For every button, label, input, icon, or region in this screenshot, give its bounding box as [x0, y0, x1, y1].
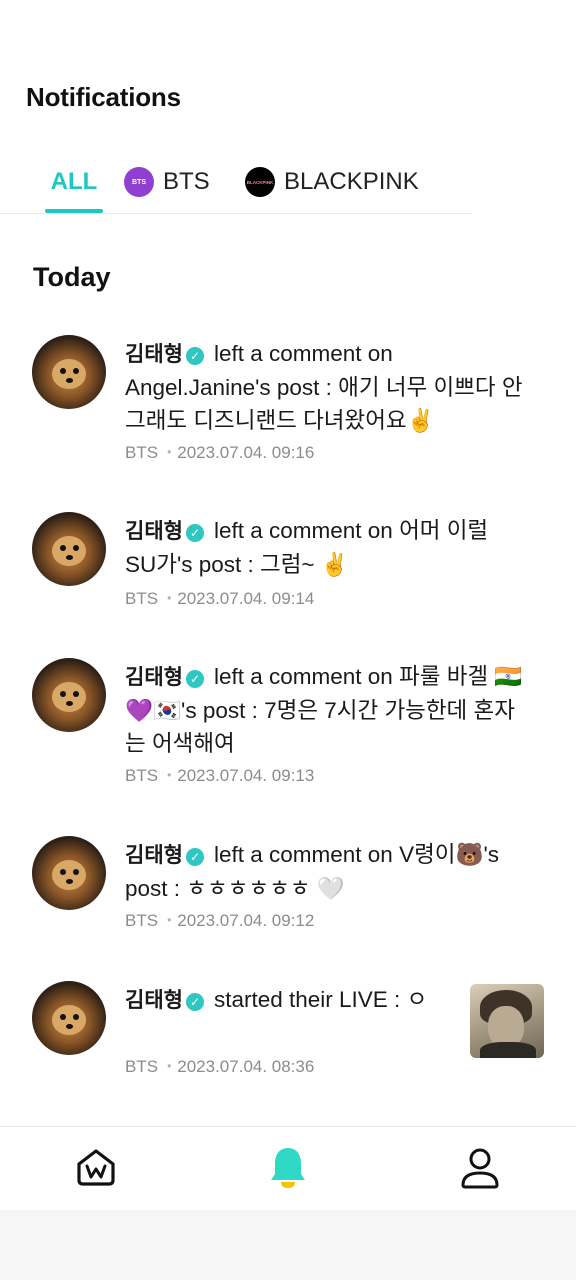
- notification-action: left a comment on: [213, 518, 393, 543]
- verified-badge-icon: ✓: [185, 524, 204, 542]
- notification-body: ㅇ: [406, 987, 428, 1012]
- bottom-navigation: [0, 1126, 576, 1210]
- source-label: BTS: [125, 1057, 159, 1076]
- person-icon: [458, 1145, 502, 1194]
- source-label: BTS: [125, 443, 159, 462]
- notification-text: 김태형 ✓ left a comment on Angel.Janine's pos…: [125, 337, 525, 437]
- bell-icon: [266, 1144, 310, 1195]
- timestamp: 2023.07.04. 09:16: [177, 443, 315, 462]
- page-title: Notifications: [26, 82, 181, 112]
- tab-all-label: ALL: [50, 168, 98, 195]
- nav-home-button[interactable]: [68, 1141, 124, 1197]
- source-label: BTS: [125, 589, 159, 608]
- blackpink-logo-icon: BLACKPINK: [245, 167, 275, 197]
- tab-bts-label: BTS: [163, 168, 210, 195]
- weverse-home-icon: [74, 1146, 118, 1193]
- notification-text: 김태형 ✓ left a comment on 파룰 바겔 🇮🇳💜🇰🇷's post…: [125, 660, 525, 760]
- notification-meta: BTS • 2023.07.04. 09:14: [125, 589, 315, 608]
- notification-action: started their LIVE :: [213, 987, 401, 1012]
- source-label: BTS: [125, 766, 159, 785]
- section-title-today: Today: [33, 262, 111, 292]
- author-name[interactable]: 김태형: [125, 665, 183, 689]
- notification-meta: BTS • 2023.07.04. 09:16: [125, 443, 315, 462]
- tab-bts[interactable]: BTS BTS: [124, 162, 210, 202]
- verified-badge-icon: ✓: [185, 993, 204, 1011]
- notification-text: 김태형 ✓ left a comment on 어머 이럴 SU가's post :…: [125, 514, 525, 581]
- timestamp: 2023.07.04. 09:12: [177, 911, 315, 930]
- notification-action: left a comment on: [213, 842, 393, 867]
- avatar[interactable]: [32, 981, 106, 1055]
- avatar[interactable]: [32, 335, 106, 409]
- nav-profile-button[interactable]: [452, 1141, 508, 1197]
- avatar[interactable]: [32, 512, 106, 586]
- author-name[interactable]: 김태형: [125, 342, 183, 366]
- avatar[interactable]: [32, 658, 106, 732]
- timestamp: 2023.07.04. 09:14: [177, 589, 315, 608]
- tab-blackpink-label: BLACKPINK: [284, 168, 419, 195]
- notification-text: 김태형 ✓ started their LIVE : ㅇ: [125, 983, 455, 1017]
- bts-logo-icon: BTS: [124, 167, 154, 197]
- avatar[interactable]: [32, 836, 106, 910]
- author-name[interactable]: 김태형: [125, 843, 183, 867]
- tab-all[interactable]: ALL: [45, 162, 103, 202]
- notification-meta: BTS • 2023.07.04. 09:13: [125, 766, 315, 785]
- notification-body: Angel.Janine's post : 애기 너무 이쁘다 안그래도 디즈니…: [125, 375, 523, 433]
- notification-action: left a comment on: [213, 664, 393, 689]
- verified-badge-icon: ✓: [185, 347, 204, 365]
- active-tab-indicator: [45, 209, 103, 213]
- author-name[interactable]: 김태형: [125, 988, 183, 1012]
- timestamp: 2023.07.04. 08:36: [177, 1057, 315, 1076]
- notification-action: left a comment on: [213, 341, 393, 366]
- notification-meta: BTS • 2023.07.04. 09:12: [125, 911, 315, 930]
- nav-notifications-button[interactable]: [260, 1141, 316, 1197]
- tab-blackpink[interactable]: BLACKPINK BLACKPINK: [245, 162, 419, 202]
- source-label: BTS: [125, 911, 159, 930]
- system-navigation-bar: [0, 1210, 576, 1280]
- notification-text: 김태형 ✓ left a comment on V령이🐻's post : ㅎㅎㅎㅎ…: [125, 838, 525, 905]
- live-thumbnail[interactable]: [470, 984, 544, 1058]
- notification-meta: BTS • 2023.07.04. 08:36: [125, 1057, 315, 1076]
- timestamp: 2023.07.04. 09:13: [177, 766, 315, 785]
- verified-badge-icon: ✓: [185, 848, 204, 866]
- author-name[interactable]: 김태형: [125, 519, 183, 543]
- artist-tabs: ALL BTS BTS BLACKPINK BLACKPINK: [0, 150, 472, 214]
- verified-badge-icon: ✓: [185, 670, 204, 688]
